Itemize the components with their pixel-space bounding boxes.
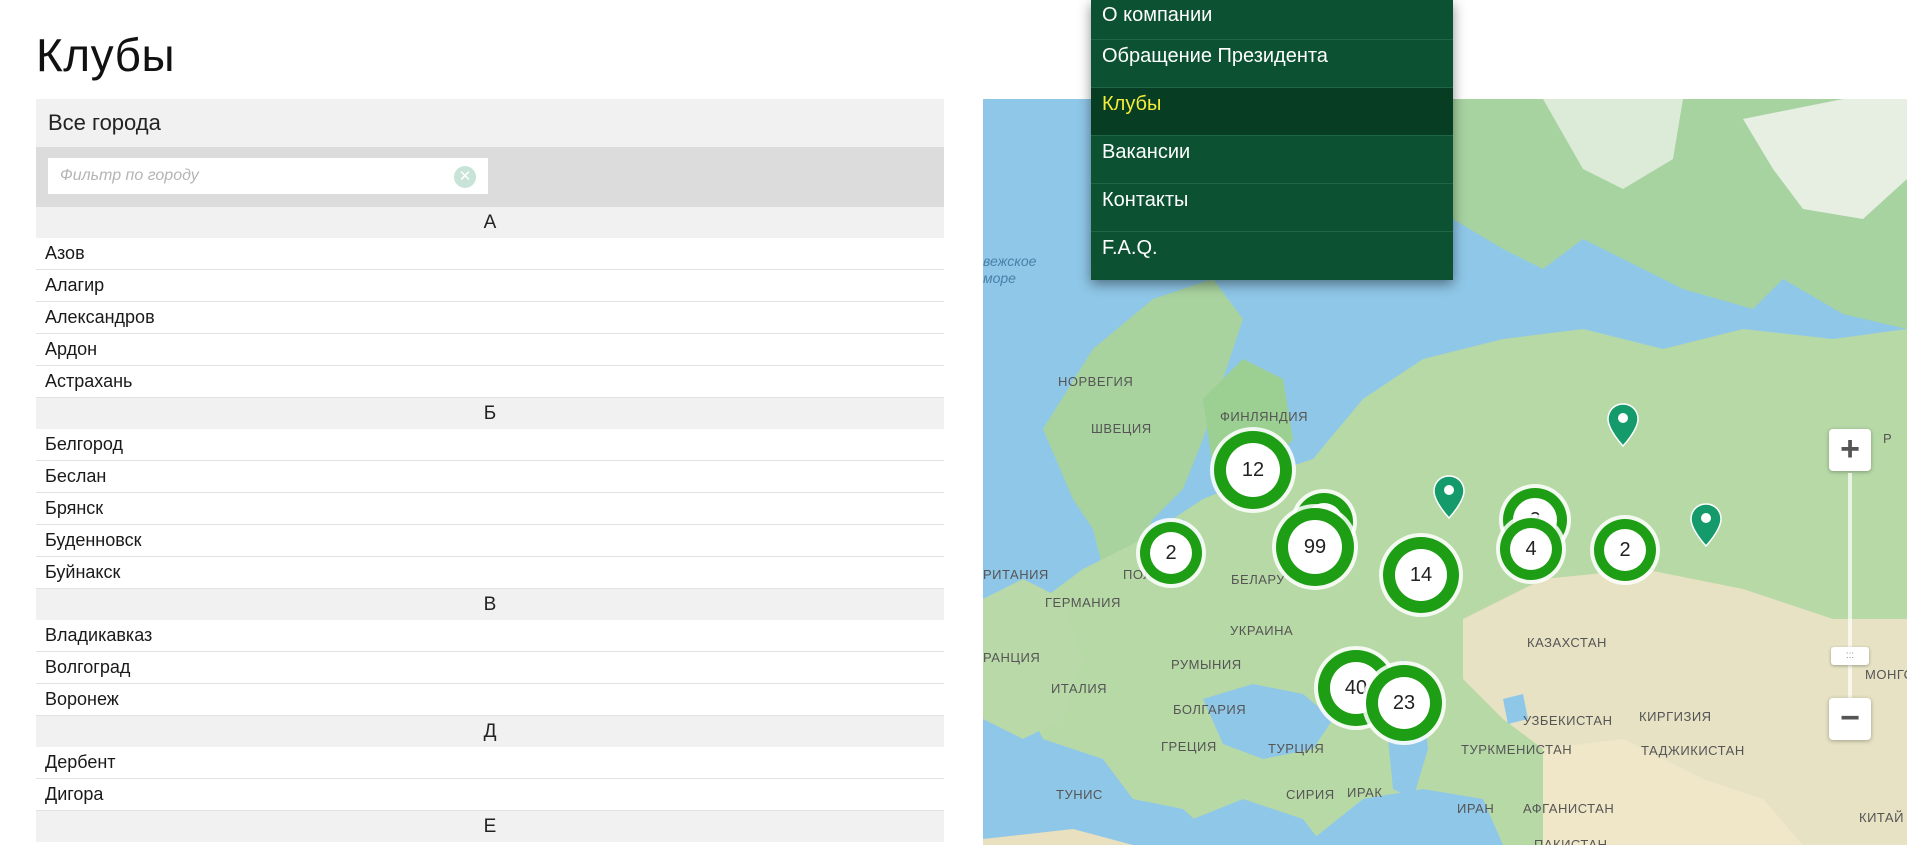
main-nav-dropdown: О компании Обращение Президента Клубы Вакан… <box>1091 0 1453 280</box>
cluster-count: 12 <box>1226 443 1280 497</box>
city-list-item[interactable]: Буйнакск <box>36 557 944 589</box>
map-label-syria: СИРИЯ <box>1286 787 1335 802</box>
zoom-slider-track[interactable] <box>1848 473 1852 703</box>
map-label-turkmenistan: ТУРКМЕНИСТАН <box>1461 742 1573 757</box>
map-pin-icon[interactable] <box>1432 474 1466 520</box>
map-label-turkey: ТУРЦИЯ <box>1268 741 1325 756</box>
city-list-item[interactable]: Александров <box>36 302 944 334</box>
city-list-item[interactable]: Брянск <box>36 493 944 525</box>
cluster-marker[interactable]: 14 <box>1383 537 1459 613</box>
zoom-out-button[interactable]: − <box>1829 698 1871 740</box>
map-label-ukraine: УКРАИНА <box>1230 623 1294 638</box>
clear-x-icon[interactable]: ✕ <box>454 166 476 188</box>
map-label-russia: Р <box>1883 431 1893 446</box>
map-label-uzbekistan: УЗБЕКИСТАН <box>1523 713 1613 728</box>
city-list-item[interactable]: Волгоград <box>36 652 944 684</box>
nav-item[interactable]: Клубы <box>1091 88 1453 136</box>
letter-header: А <box>36 207 944 238</box>
letter-header: Б <box>36 398 944 429</box>
city-filter-input[interactable] <box>48 158 488 194</box>
letter-header: Е <box>36 811 944 842</box>
city-list-item[interactable]: Воронеж <box>36 684 944 716</box>
nav-item[interactable]: Обращение Президента <box>1091 40 1453 88</box>
nav-item[interactable]: Контакты <box>1091 184 1453 232</box>
map-label-tunisia: ТУНИС <box>1056 787 1103 802</box>
map-pin-icon[interactable] <box>1606 402 1640 448</box>
zoom-control: + ::: − <box>1829 429 1871 749</box>
cluster-marker[interactable]: 99 <box>1276 508 1354 586</box>
map-label-britain: РИТАНИЯ <box>983 567 1049 582</box>
nav-item[interactable]: Вакансии <box>1091 136 1453 184</box>
city-list-item[interactable]: Дигора <box>36 779 944 811</box>
map-label-china: КИТАЙ <box>1859 810 1904 825</box>
zoom-in-button[interactable]: + <box>1829 429 1871 471</box>
page-title: Клубы <box>36 29 176 81</box>
cluster-marker[interactable]: 2 <box>1594 519 1656 581</box>
map-label-italy: ИТАЛИЯ <box>1051 681 1108 696</box>
map-label-mongolia: МОНГО <box>1865 667 1907 682</box>
city-list-panel: Все города ✕ ААзовАлагирАлександровАрдон… <box>36 99 944 845</box>
map-label-bulgaria: БОЛГАРИЯ <box>1173 702 1247 717</box>
cluster-marker[interactable]: 12 <box>1214 431 1292 509</box>
cluster-count: 99 <box>1288 520 1342 574</box>
map-label-kazakhstan: КАЗАХСТАН <box>1527 635 1607 650</box>
map-label-norway: НОРВЕГИЯ <box>1058 374 1134 389</box>
city-groups: А Азов Алагир Александров Ардон Астрахань Б Бел… <box>36 207 944 845</box>
cluster-count: 14 <box>1395 549 1447 601</box>
map-label-sweden: ШВЕЦИЯ <box>1091 421 1152 436</box>
zoom-slider-handle[interactable]: ::: <box>1831 647 1869 665</box>
map-label-greece: ГРЕЦИЯ <box>1161 739 1217 754</box>
cluster-count: 23 <box>1378 677 1430 729</box>
map-label-kyrgyzstan: КИРГИЗИЯ <box>1639 709 1712 724</box>
letter-header: Д <box>36 716 944 747</box>
city-list-item[interactable]: Астрахань <box>36 366 944 398</box>
city-list-item[interactable]: Белгород <box>36 429 944 461</box>
sea-label-line1: вежское <box>983 253 1037 269</box>
map-label-afghanistan: АФГАНИСТАН <box>1523 801 1615 816</box>
nav-item[interactable]: F.A.Q. <box>1091 232 1453 280</box>
map-label-tajikistan: ТАДЖИКИСТАН <box>1641 743 1745 758</box>
city-list-item[interactable]: Беслан <box>36 461 944 493</box>
city-list-item[interactable]: Алагир <box>36 270 944 302</box>
cluster-count: 2 <box>1604 529 1646 571</box>
letter-header: В <box>36 589 944 620</box>
city-list-item[interactable]: Азов <box>36 238 944 270</box>
all-cities-header[interactable]: Все города <box>36 99 944 147</box>
map-label-iraq: ИРАК <box>1347 785 1383 800</box>
filter-bar: ✕ <box>36 147 944 207</box>
map-pin-icon[interactable] <box>1689 502 1723 548</box>
cluster-count: 2 <box>1150 532 1192 574</box>
map-label-belarus: БЕЛАРУ <box>1231 572 1286 587</box>
city-list-item[interactable]: Владикавказ <box>36 620 944 652</box>
cluster-marker[interactable]: 2 <box>1140 522 1202 584</box>
map-label-pakistan: ПАКИСТАН <box>1534 837 1608 845</box>
cluster-marker[interactable]: 4 <box>1500 518 1562 580</box>
sea-label-line2: море <box>983 270 1016 286</box>
city-list-item[interactable]: Ардон <box>36 334 944 366</box>
city-list-item[interactable]: Дербент <box>36 747 944 779</box>
city-list-item[interactable]: Буденновск <box>36 525 944 557</box>
map-label-romania: РУМЫНИЯ <box>1171 657 1242 672</box>
map-label-iran: ИРАН <box>1457 801 1495 816</box>
cluster-marker[interactable]: 23 <box>1366 665 1442 741</box>
cluster-count: 4 <box>1510 528 1552 570</box>
map-label-germany: ГЕРМАНИЯ <box>1045 595 1121 610</box>
nav-item[interactable]: О компании <box>1091 0 1453 40</box>
map-label-france: РАНЦИЯ <box>983 650 1041 665</box>
map-label-finland: ФИНЛЯНДИЯ <box>1220 409 1308 424</box>
